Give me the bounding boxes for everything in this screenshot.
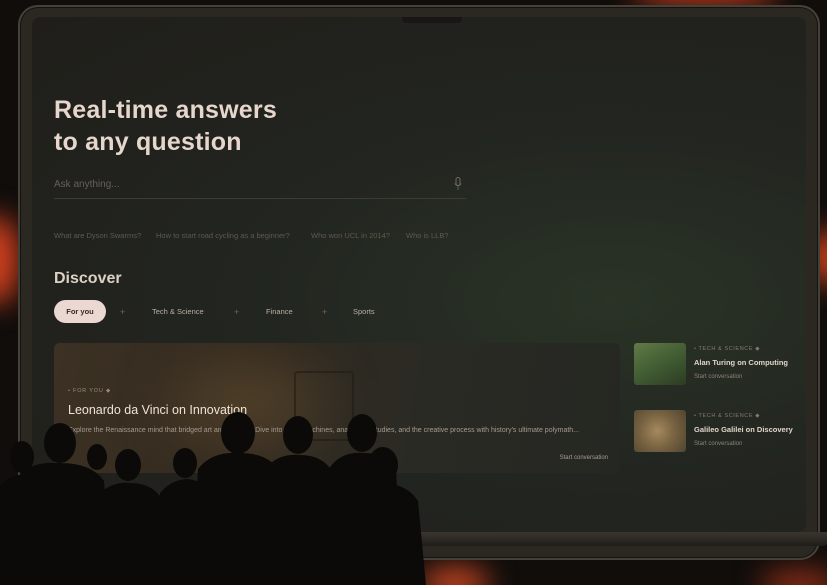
card-category-tag: • TECH & SCIENCE ◆ (694, 413, 761, 419)
card-title: Galileo Galilei on Discovery (694, 425, 793, 434)
search-input[interactable] (54, 175, 424, 193)
camera-notch (402, 17, 462, 23)
featured-category-tag: • FOR YOU ◆ (68, 388, 111, 394)
card-thumbnail (634, 343, 686, 385)
side-card-galileo[interactable]: • TECH & SCIENCE ◆ Galileo Galilei on Di… (634, 410, 802, 458)
search-bar (54, 169, 466, 199)
laptop-base (400, 532, 827, 546)
tab-sports[interactable]: Sports (353, 300, 375, 323)
card-thumbnail (634, 410, 686, 452)
hero-title-line-2: to any question (54, 128, 242, 156)
suggestion-item[interactable]: How to start road cycling as a beginner? (156, 231, 290, 240)
card-title: Alan Turing on Computing (694, 358, 789, 367)
tab-for-you[interactable]: For you (54, 300, 106, 323)
suggestion-item[interactable]: What are Dyson Swarms? (54, 231, 141, 240)
stage-light-bottom (420, 568, 490, 585)
hero-title-line-1: Real-time answers (54, 96, 277, 124)
tab-separator: + (120, 307, 126, 317)
start-conversation-link[interactable]: Start conversation (560, 455, 608, 461)
stage-light-left (0, 215, 20, 305)
suggestion-item[interactable]: Who won UCL in 2014? (311, 231, 390, 240)
stage-light-bottom-right (760, 570, 827, 585)
tab-tech-science[interactable]: Tech & Science (152, 300, 204, 323)
tab-separator: + (234, 307, 240, 317)
suggestion-item[interactable]: Who is LLB? (406, 231, 449, 240)
audience-silhouettes (0, 412, 426, 585)
microphone-icon[interactable] (454, 177, 462, 191)
side-card-alan-turing[interactable]: • TECH & SCIENCE ◆ Alan Turing on Comput… (634, 343, 802, 391)
start-conversation-link[interactable]: Start conversation (694, 374, 742, 380)
tab-finance[interactable]: Finance (266, 300, 293, 323)
hero-title: Real-time answers to any question (54, 94, 277, 158)
discover-heading: Discover (54, 270, 122, 287)
start-conversation-link[interactable]: Start conversation (694, 441, 742, 447)
tab-separator: + (322, 307, 328, 317)
card-category-tag: • TECH & SCIENCE ◆ (694, 346, 761, 352)
